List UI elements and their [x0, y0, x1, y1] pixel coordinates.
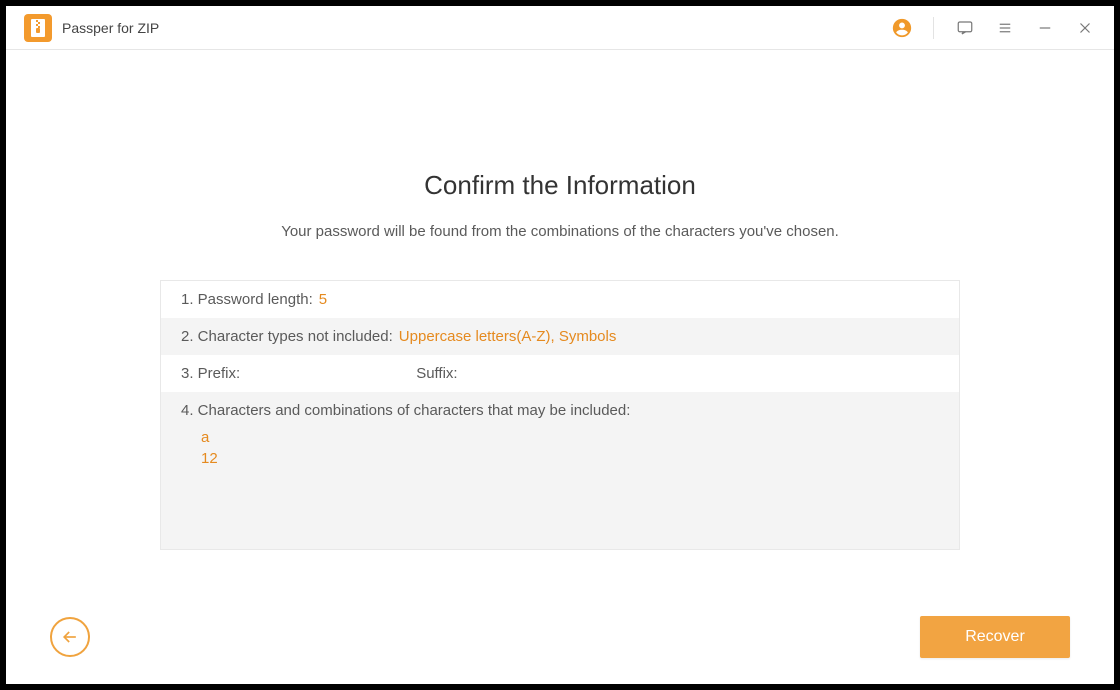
minimize-button[interactable]: [1030, 13, 1060, 43]
arrow-left-icon: [60, 627, 80, 647]
page-subheading: Your password will be found from the com…: [281, 223, 839, 240]
app-window: Passper for ZIP Confirm the Information …: [5, 5, 1115, 685]
password-length-label: 1. Password length:: [181, 291, 313, 308]
app-icon: [24, 14, 52, 42]
row-password-length: 1. Password length: 5: [161, 281, 959, 318]
account-icon[interactable]: [887, 13, 917, 43]
close-button[interactable]: [1070, 13, 1100, 43]
main-content: Confirm the Information Your password wi…: [6, 50, 1114, 684]
confirmation-box: 1. Password length: 5 2. Character types…: [160, 280, 960, 550]
feedback-icon[interactable]: [950, 13, 980, 43]
page-heading: Confirm the Information: [424, 170, 696, 201]
char-types-value: Uppercase letters(A-Z), Symbols: [399, 328, 617, 345]
row-combinations: 4. Characters and combinations of charac…: [161, 392, 959, 549]
char-types-label: 2. Character types not included:: [181, 328, 393, 345]
app-title: Passper for ZIP: [62, 20, 159, 36]
recover-button[interactable]: Recover: [920, 616, 1070, 658]
row-prefix-suffix: 3. Prefix: Suffix:: [161, 355, 959, 392]
menu-icon[interactable]: [990, 13, 1020, 43]
back-button[interactable]: [50, 617, 90, 657]
row-char-types: 2. Character types not included: Upperca…: [161, 318, 959, 355]
footer: Recover: [6, 616, 1114, 658]
titlebar: Passper for ZIP: [6, 6, 1114, 50]
combinations-label: 4. Characters and combinations of charac…: [181, 402, 939, 419]
titlebar-separator: [933, 17, 934, 39]
password-length-value: 5: [319, 291, 327, 308]
combination-line-2: 12: [201, 448, 939, 469]
suffix-label: Suffix:: [246, 365, 457, 382]
combination-line-1: a: [201, 427, 939, 448]
prefix-label: 3. Prefix:: [181, 365, 240, 382]
